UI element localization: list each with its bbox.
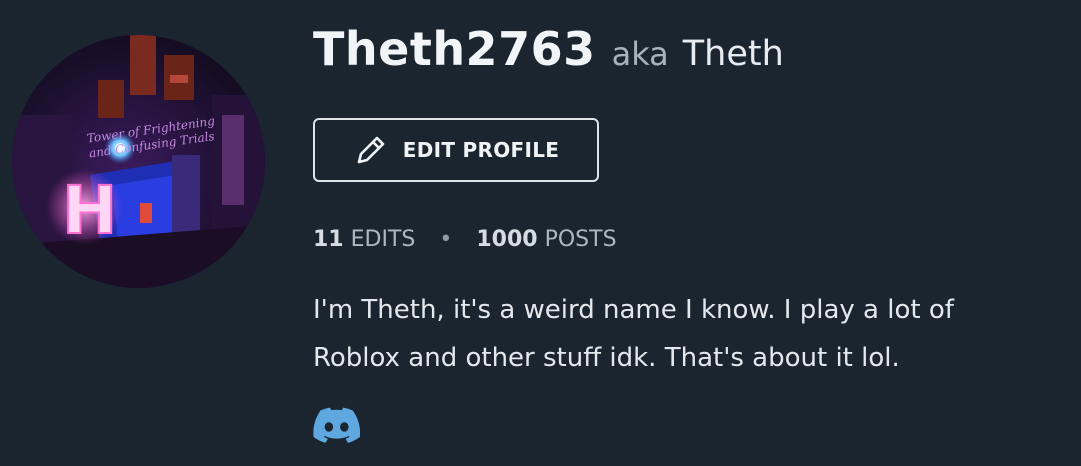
user-profile-header: H Tower of Frightening and Confusing Tri… [0, 0, 1081, 466]
avatar[interactable]: H Tower of Frightening and Confusing Tri… [12, 35, 265, 288]
edit-profile-label: EDIT PROFILE [402, 138, 560, 162]
stats-separator: • [439, 227, 453, 252]
profile-stats: 11 EDITS • 1000 POSTS [313, 227, 617, 252]
username: Theth2763 [313, 22, 596, 76]
name-row: Theth2763 aka Theth [313, 22, 1071, 98]
avatar-image: H Tower of Frightening and Confusing Tri… [12, 35, 265, 288]
posts-count: 1000 [476, 227, 538, 252]
edits-label[interactable]: EDITS [351, 227, 416, 252]
avatar-neon-letter: H [62, 172, 117, 249]
profile-bio: I'm Theth, it's a weird name I know. I p… [313, 286, 1073, 382]
discord-icon [313, 407, 360, 443]
bio-line-2: Roblox and other stuff idk. That's about… [313, 343, 900, 373]
edits-count: 11 [313, 227, 344, 252]
discord-link[interactable] [313, 407, 360, 443]
bio-line-1: I'm Theth, it's a weird name I know. I p… [313, 295, 954, 325]
pencil-icon [357, 136, 385, 164]
profile-info: Theth2763 aka Theth EDIT PROFILE 11 EDIT… [313, 22, 1071, 443]
posts-label[interactable]: POSTS [545, 227, 617, 252]
edit-profile-button[interactable]: EDIT PROFILE [313, 118, 599, 182]
aka-label: aka [611, 35, 669, 73]
nickname: Theth [682, 34, 784, 74]
